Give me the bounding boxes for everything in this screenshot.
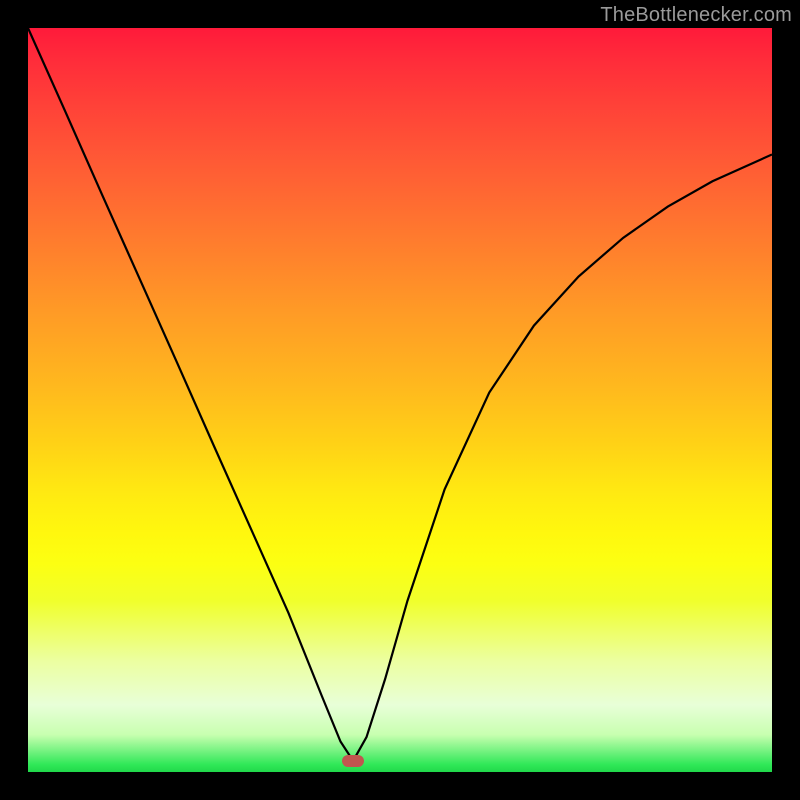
chart-frame: TheBottlenecker.com xyxy=(0,0,800,800)
curve-layer xyxy=(28,28,772,772)
plot-area xyxy=(28,28,772,772)
bottleneck-curve xyxy=(28,28,772,761)
watermark-text: TheBottlenecker.com xyxy=(600,4,792,27)
optimal-point-marker xyxy=(342,755,364,767)
